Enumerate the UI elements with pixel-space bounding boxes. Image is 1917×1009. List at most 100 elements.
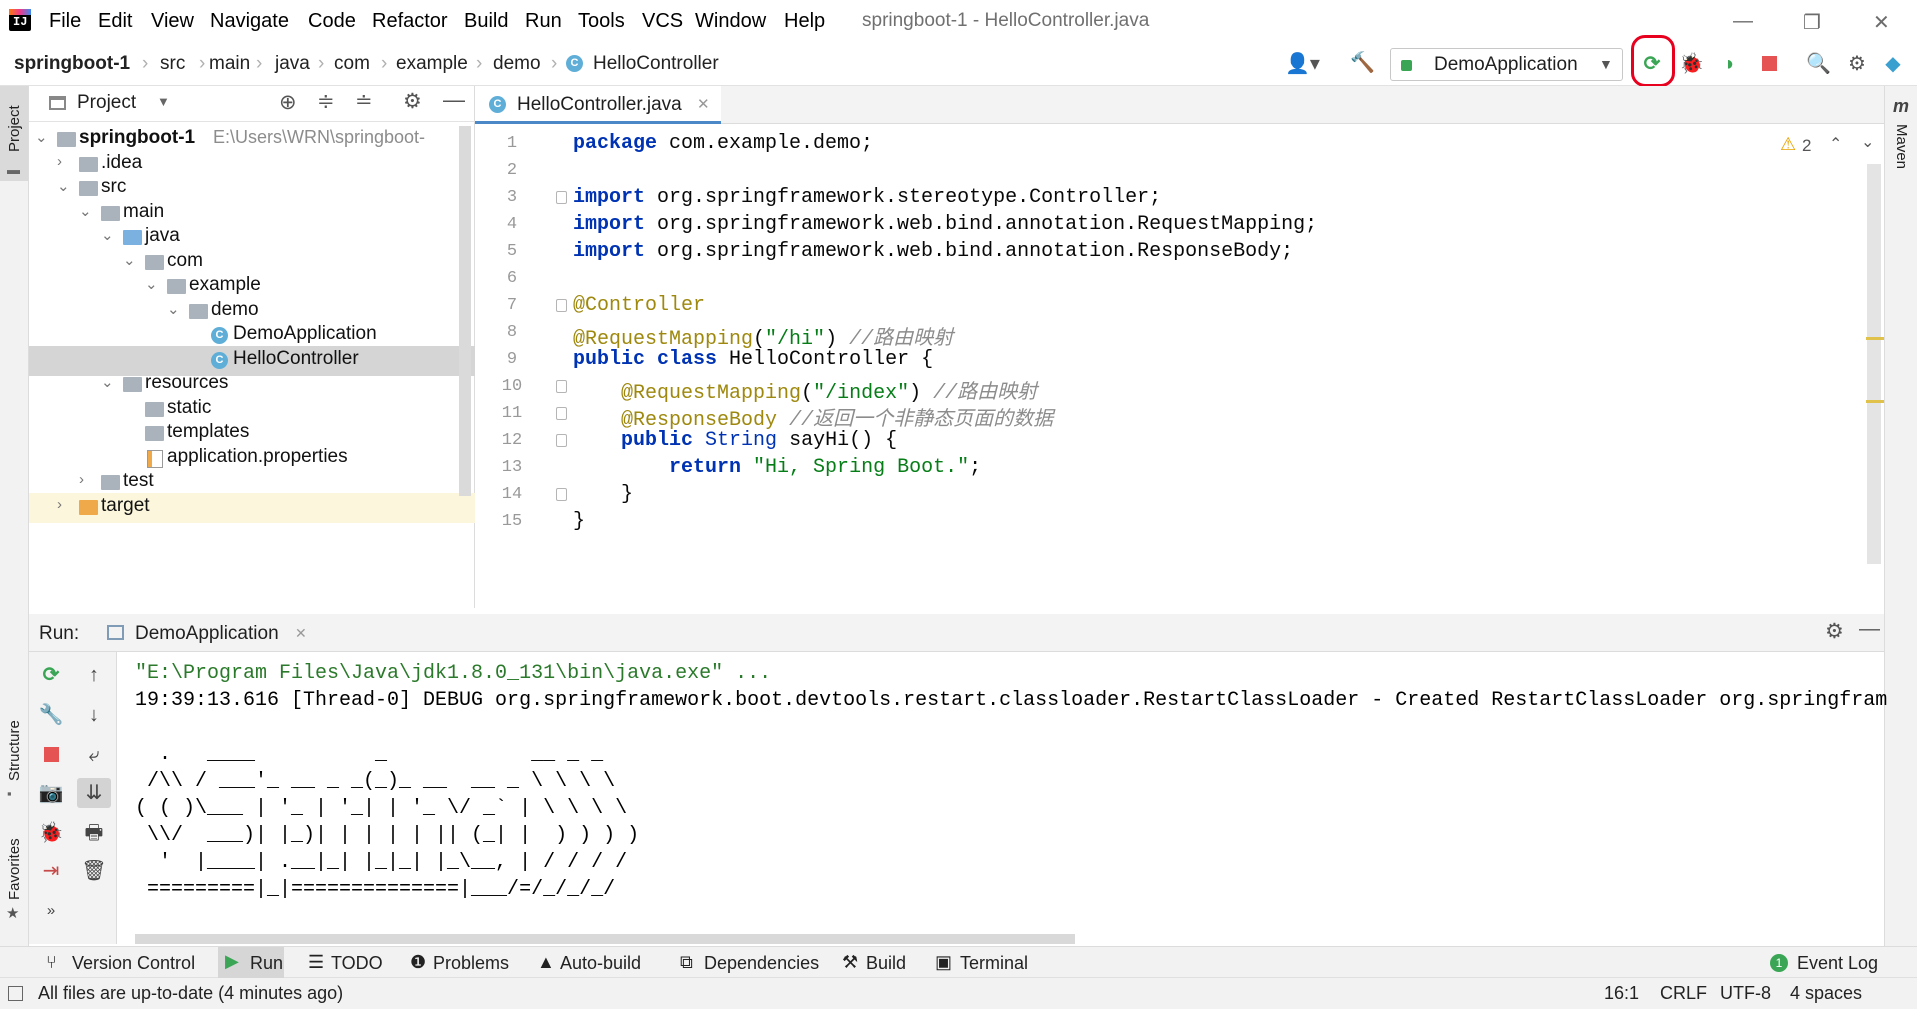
debug-icon[interactable]: 🐞 xyxy=(36,818,66,848)
warning-icon[interactable]: ⚠ xyxy=(1780,134,1796,155)
file-encoding[interactable]: UTF-8 xyxy=(1720,983,1771,1004)
exit-icon[interactable]: ⇥ xyxy=(36,856,66,886)
caret-position[interactable]: 16:1 xyxy=(1604,983,1639,1004)
search-icon[interactable]: 🔍 xyxy=(1806,52,1831,76)
code-line[interactable]: @RequestMapping("/index") //路由映射 xyxy=(573,375,1037,405)
console-scrollbar[interactable] xyxy=(135,934,1075,944)
build-hammer-icon[interactable]: 🔨 xyxy=(1350,50,1375,75)
soft-wrap-icon[interactable]: ⤶ xyxy=(79,740,109,770)
warning-marker[interactable] xyxy=(1866,400,1884,403)
more-icon[interactable]: » xyxy=(36,896,66,926)
close-tab-icon[interactable]: ✕ xyxy=(295,625,307,642)
menu-tools[interactable]: Tools xyxy=(578,10,625,33)
tool-tab-version-control[interactable]: Version Control xyxy=(72,953,195,974)
status-square-icon[interactable] xyxy=(8,986,23,1001)
breadcrumb-example[interactable]: example xyxy=(396,53,468,75)
fold-marker-icon[interactable] xyxy=(556,434,567,447)
close-icon[interactable]: ✕ xyxy=(1873,10,1890,35)
breadcrumb-src[interactable]: src xyxy=(160,53,185,75)
menu-edit[interactable]: Edit xyxy=(98,10,132,33)
code-line[interactable]: @ResponseBody //返回一个非静态页面的数据 xyxy=(573,402,1053,432)
run-configuration-select[interactable]: DemoApplication ▼ xyxy=(1390,48,1623,81)
breadcrumb-com[interactable]: com xyxy=(334,53,370,75)
gear-icon[interactable]: ⚙ xyxy=(403,89,422,114)
breadcrumb-java[interactable]: java xyxy=(275,53,310,75)
maven-tool-label[interactable]: Maven xyxy=(1893,124,1910,169)
chevron-down-icon[interactable]: ⌄ xyxy=(35,128,48,146)
menu-help[interactable]: Help xyxy=(784,10,825,33)
chevron-down-icon[interactable]: ⌄ xyxy=(167,300,180,318)
chevron-right-icon[interactable]: › xyxy=(57,153,62,170)
minimize-icon[interactable]: — xyxy=(1733,10,1753,33)
menu-refactor[interactable]: Refactor xyxy=(372,10,448,33)
project-panel-title[interactable]: Project xyxy=(77,92,136,114)
menu-view[interactable]: View xyxy=(151,10,194,33)
chevron-right-icon[interactable]: › xyxy=(79,471,84,488)
menu-build[interactable]: Build xyxy=(464,10,508,33)
tool-tab-terminal[interactable]: Terminal xyxy=(960,953,1028,974)
project-tool-label[interactable]: Project xyxy=(6,105,23,152)
chevron-down-icon[interactable]: ⌄ xyxy=(79,202,92,220)
tool-tab-dependencies[interactable]: Dependencies xyxy=(704,953,819,974)
chevron-down-icon[interactable]: ⌄ xyxy=(1861,132,1874,152)
fold-marker-icon[interactable] xyxy=(556,191,567,204)
warning-marker[interactable] xyxy=(1866,337,1884,340)
arrow-down-icon[interactable]: ↓ xyxy=(79,700,109,730)
close-tab-icon[interactable]: ✕ xyxy=(697,95,710,113)
breadcrumb-hellocontroller[interactable]: HelloController xyxy=(593,53,719,75)
print-icon[interactable]: 🖶 xyxy=(79,818,109,848)
editor-scrollbar[interactable] xyxy=(1867,164,1881,564)
tool-tab-problems[interactable]: Problems xyxy=(433,953,509,974)
expand-all-icon[interactable]: ≑ xyxy=(317,89,335,114)
arrow-up-icon[interactable]: ↑ xyxy=(79,660,109,690)
code-line[interactable]: } xyxy=(573,483,633,506)
gear-icon[interactable]: ⚙ xyxy=(1825,619,1844,644)
code-line[interactable]: package com.example.demo; xyxy=(573,132,873,155)
stop-icon[interactable] xyxy=(36,740,66,770)
chevron-down-icon[interactable]: ⌄ xyxy=(57,177,70,195)
chevron-up-icon[interactable]: ⌃ xyxy=(1829,134,1842,154)
code-line[interactable]: import org.springframework.stereotype.Co… xyxy=(573,186,1161,209)
code-line[interactable]: import org.springframework.web.bind.anno… xyxy=(573,240,1293,263)
code-line[interactable]: return "Hi, Spring Boot."; xyxy=(573,456,981,479)
hide-panel-icon[interactable]: — xyxy=(443,87,465,113)
menu-file[interactable]: File xyxy=(49,10,81,33)
stop-icon[interactable] xyxy=(1757,52,1781,76)
chevron-down-icon[interactable]: ⌄ xyxy=(101,226,114,244)
wrench-icon[interactable]: 🔧 xyxy=(36,700,66,730)
fold-marker-icon[interactable] xyxy=(556,380,567,393)
code-line[interactable]: @RequestMapping("/hi") //路由映射 xyxy=(573,321,953,351)
menu-navigate[interactable]: Navigate xyxy=(210,10,289,33)
project-scrollbar[interactable] xyxy=(459,126,471,496)
tool-tab-run[interactable]: Run xyxy=(250,953,283,974)
chevron-down-icon[interactable]: ⌄ xyxy=(101,373,114,391)
tool-tab-todo[interactable]: TODO xyxy=(331,953,383,974)
code-line[interactable]: public String sayHi() { xyxy=(573,429,897,452)
code-line[interactable]: } xyxy=(573,510,585,533)
menu-code[interactable]: Code xyxy=(308,10,356,33)
settings-gear-icon[interactable]: ⚙ xyxy=(1845,52,1869,76)
run-tab-label[interactable]: DemoApplication xyxy=(135,623,279,645)
code-line[interactable]: public class HelloController { xyxy=(573,348,933,371)
menu-run[interactable]: Run xyxy=(525,10,562,33)
locate-icon[interactable]: ⊕ xyxy=(279,90,297,115)
indent-setting[interactable]: 4 spaces xyxy=(1790,983,1862,1004)
collapse-all-icon[interactable]: ≐ xyxy=(355,89,373,114)
camera-icon[interactable]: 📷 xyxy=(36,778,66,808)
rerun-icon[interactable]: ⟳ xyxy=(36,660,66,690)
fold-marker-icon[interactable] xyxy=(556,407,567,420)
code-line[interactable]: @Controller xyxy=(573,294,705,317)
favorites-tool-label[interactable]: Favorites xyxy=(6,838,23,900)
tree-item-target[interactable]: › target xyxy=(29,493,475,523)
plugin-icon[interactable]: ◆ xyxy=(1881,52,1905,76)
breadcrumb-demo[interactable]: demo xyxy=(493,53,541,75)
tool-tab-auto-build[interactable]: Auto-build xyxy=(560,953,641,974)
chevron-right-icon[interactable]: › xyxy=(57,496,62,513)
scroll-to-end-icon[interactable]: ⇊ xyxy=(77,778,111,808)
chevron-down-icon[interactable]: ⌄ xyxy=(145,275,158,293)
trash-icon[interactable]: 🗑 xyxy=(79,856,109,886)
line-separator[interactable]: CRLF xyxy=(1660,983,1707,1004)
fold-marker-icon[interactable] xyxy=(556,299,567,312)
code-line[interactable]: import org.springframework.web.bind.anno… xyxy=(573,213,1317,236)
restore-icon[interactable]: ❐ xyxy=(1803,10,1821,35)
